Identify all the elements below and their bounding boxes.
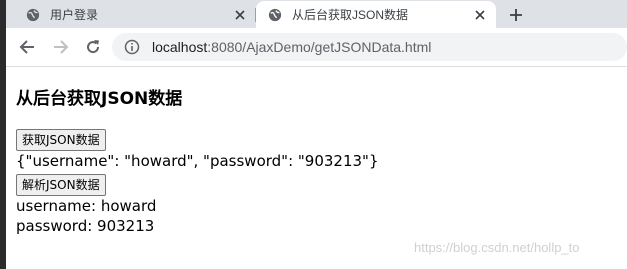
page-title: 从后台获取JSON数据 — [16, 89, 183, 109]
json-output: {"username": "howard", "password": "9032… — [16, 152, 379, 170]
info-icon[interactable] — [124, 39, 140, 55]
username-line: username: howard — [16, 197, 157, 215]
globe-icon — [268, 8, 282, 21]
tab-strip: 用户登录 从后台获取JSON数据 — [0, 0, 627, 28]
reload-button[interactable] — [83, 37, 103, 57]
close-icon[interactable] — [232, 7, 248, 23]
plus-icon — [510, 9, 522, 21]
page-content: 从后台获取JSON数据 获取JSON数据 {"username": "howar… — [16, 88, 627, 235]
address-bar[interactable]: localhost:8080/AjaxDemo/getJSONData.html — [112, 33, 627, 61]
globe-icon — [26, 8, 40, 21]
arrow-left-icon — [19, 40, 34, 54]
close-icon[interactable] — [472, 7, 488, 23]
forward-button[interactable] — [51, 37, 71, 57]
watermark: https://blog.csdn.net/hollp_to — [414, 240, 580, 255]
tab-label: 用户登录 — [50, 8, 99, 22]
tab-label: 从后台获取JSON数据 — [292, 8, 409, 22]
back-button[interactable] — [17, 37, 37, 57]
reload-icon — [87, 40, 100, 54]
left-edge-sliver — [0, 0, 6, 269]
password-line: password: 903213 — [16, 217, 155, 235]
url-host: localhost — [152, 39, 208, 55]
tab-get-json-data[interactable]: 从后台获取JSON数据 — [256, 1, 496, 28]
get-json-button[interactable]: 获取JSON数据 — [16, 129, 106, 151]
parse-json-button[interactable]: 解析JSON数据 — [16, 174, 106, 196]
url-path: :8080/AjaxDemo/getJSONData.html — [207, 39, 432, 55]
tab-user-login[interactable]: 用户登录 — [6, 1, 256, 28]
new-tab-button[interactable] — [506, 5, 526, 25]
browser-toolbar: localhost:8080/AjaxDemo/getJSONData.html — [6, 28, 627, 67]
arrow-right-icon — [54, 40, 69, 54]
